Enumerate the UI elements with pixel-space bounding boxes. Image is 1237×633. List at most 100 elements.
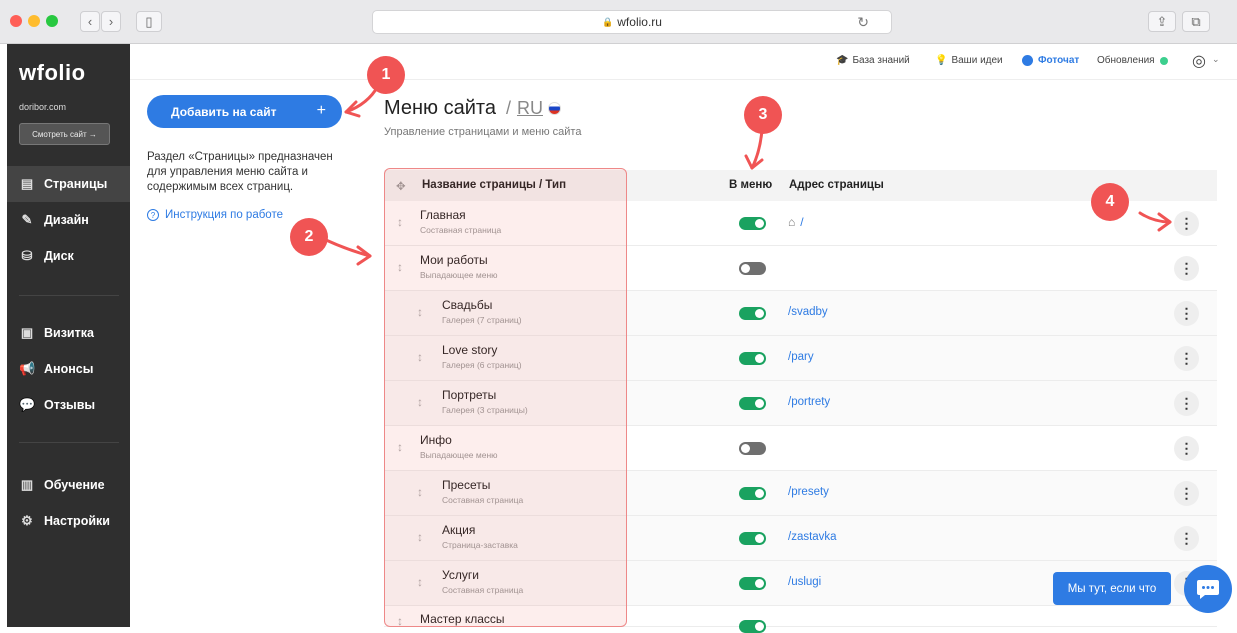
- arrow-2: [324, 238, 372, 258]
- table-row[interactable]: ↕ Инфо Выпадающее меню ⋮: [384, 426, 1217, 471]
- page-type: Выпадающее меню: [420, 270, 498, 280]
- drag-handle-icon[interactable]: ↕: [417, 575, 423, 589]
- menu-toggle[interactable]: [739, 487, 766, 500]
- minimize-window-button[interactable]: [28, 15, 40, 27]
- drag-handle-icon[interactable]: ↕: [397, 260, 403, 274]
- ideas-link[interactable]: 💡 Ваши идеи: [935, 55, 1003, 66]
- table-row[interactable]: ↕ Love story Галерея (6 страниц) /pary ⋮: [384, 336, 1217, 381]
- sidebar-item-pages[interactable]: ▤ Страницы: [7, 166, 130, 202]
- sidebar-toggle-icon[interactable]: ▯: [136, 11, 162, 32]
- status-dot: [1159, 56, 1168, 65]
- menu-toggle[interactable]: [739, 217, 766, 230]
- menu-toggle[interactable]: [739, 577, 766, 590]
- user-avatar-icon[interactable]: ◎: [1192, 51, 1206, 71]
- more-options-icon[interactable]: ⋮: [1174, 211, 1199, 236]
- sidebar-item-settings[interactable]: ⚙ Настройки: [7, 503, 130, 539]
- photochat-link[interactable]: Фоточат: [1022, 55, 1079, 66]
- logo[interactable]: wfolio: [19, 60, 86, 86]
- lightbulb-icon: 💡: [935, 55, 948, 66]
- drag-handle-icon[interactable]: ↕: [417, 395, 423, 409]
- table-row[interactable]: ↕ Свадьбы Галерея (7 страниц) /svadby ⋮: [384, 291, 1217, 336]
- telegram-icon: [1022, 55, 1033, 66]
- menu-toggle[interactable]: [739, 397, 766, 410]
- page-type: Галерея (6 страниц): [442, 360, 522, 370]
- sidebar-item-label: Визитка: [44, 326, 94, 340]
- more-options-icon[interactable]: ⋮: [1174, 256, 1199, 281]
- knowledge-base-link[interactable]: 🎓 База знаний: [836, 55, 910, 66]
- drag-handle-icon[interactable]: ↕: [417, 485, 423, 499]
- drag-handle-icon[interactable]: ↕: [397, 440, 403, 454]
- sidebar-item-design[interactable]: ✎ Дизайн: [7, 202, 130, 238]
- drag-handle-icon[interactable]: ↕: [397, 215, 403, 229]
- menu-toggle[interactable]: [739, 442, 766, 455]
- page-name: Love story: [442, 343, 498, 357]
- language-switch[interactable]: RU: [517, 98, 543, 119]
- page-type: Составная страница: [442, 585, 524, 595]
- more-options-icon[interactable]: ⋮: [1174, 436, 1199, 461]
- sidebar-item-announcements[interactable]: 📢 Анонсы: [7, 351, 130, 387]
- more-options-icon[interactable]: ⋮: [1174, 526, 1199, 551]
- reload-icon[interactable]: ↻: [857, 14, 869, 31]
- table-row[interactable]: ↕ Портреты Галерея (3 страницы) /portret…: [384, 381, 1217, 426]
- share-icon[interactable]: ⇪: [1148, 11, 1176, 32]
- close-window-button[interactable]: [10, 15, 22, 27]
- toggle-knob: [755, 534, 764, 543]
- menu-toggle[interactable]: [739, 532, 766, 545]
- page-url[interactable]: /svadby: [788, 306, 828, 318]
- page-url[interactable]: /presety: [788, 486, 829, 498]
- drag-handle-icon[interactable]: ↕: [417, 305, 423, 319]
- column-header-name: Название страницы / Тип: [422, 179, 567, 191]
- view-site-button[interactable]: Смотреть сайт →: [19, 123, 110, 145]
- page-type: Составная страница: [420, 225, 502, 235]
- tabs-icon[interactable]: ⧉: [1182, 11, 1210, 32]
- page-type: Выпадающее меню: [420, 450, 498, 460]
- page-url[interactable]: /uslugi: [788, 576, 821, 588]
- page-name: Мастер классы: [420, 612, 505, 626]
- help-link[interactable]: ? Инструкция по работе: [147, 209, 283, 221]
- sidebar-item-disk[interactable]: ⛁ Диск: [7, 238, 130, 274]
- disk-icon: ⛁: [21, 248, 33, 263]
- table-row[interactable]: ↕ Пресеты Составная страница /presety ⋮: [384, 471, 1217, 516]
- message-icon: [1197, 580, 1219, 599]
- more-options-icon[interactable]: ⋮: [1174, 481, 1199, 506]
- page-url[interactable]: /pary: [788, 351, 814, 363]
- chat-tooltip[interactable]: Мы тут, если что: [1053, 572, 1171, 605]
- menu-toggle[interactable]: [739, 262, 766, 275]
- toggle-knob: [755, 354, 764, 363]
- home-icon: ⌂: [788, 215, 796, 229]
- sidebar-item-label: Страницы: [44, 177, 108, 191]
- table-row[interactable]: ↕ Мастер классы: [384, 606, 1217, 633]
- toggle-knob: [741, 264, 750, 273]
- table-row[interactable]: ↕ Акция Страница-заставка /zastavka ⋮: [384, 516, 1217, 561]
- drag-handle-icon[interactable]: ↕: [417, 530, 423, 544]
- page-subtitle: Управление страницами и меню сайта: [384, 126, 582, 138]
- more-options-icon[interactable]: ⋮: [1174, 301, 1199, 326]
- more-options-icon[interactable]: ⋮: [1174, 346, 1199, 371]
- zoom-window-button[interactable]: [46, 15, 58, 27]
- updates-link[interactable]: Обновления: [1097, 55, 1168, 66]
- page-url[interactable]: /portrety: [788, 396, 830, 408]
- page-url[interactable]: ⌂ /: [788, 215, 804, 229]
- forward-icon[interactable]: ›: [101, 11, 121, 32]
- sidebar-item-reviews[interactable]: 💬 Отзывы: [7, 387, 130, 423]
- address-bar[interactable]: 🔒 wfolio.ru ↻: [372, 10, 892, 34]
- sidebar-item-learning[interactable]: ▥ Обучение: [7, 467, 130, 503]
- page-name: Портреты: [442, 388, 497, 402]
- chevron-down-icon[interactable]: ⌄: [1212, 54, 1220, 65]
- table-row[interactable]: ↕ Мои работы Выпадающее меню ⋮: [384, 246, 1217, 291]
- add-to-site-button[interactable]: Добавить на сайт +: [147, 95, 342, 128]
- page-url[interactable]: /zastavka: [788, 531, 837, 543]
- toggle-knob: [741, 444, 750, 453]
- chat-widget-button[interactable]: [1184, 565, 1232, 613]
- back-icon[interactable]: ‹: [80, 11, 100, 32]
- drag-handle-icon[interactable]: ↕: [417, 350, 423, 364]
- page-name: Свадьбы: [442, 298, 493, 312]
- menu-toggle[interactable]: [739, 352, 766, 365]
- pages-description: Раздел «Страницы» предназначен для управ…: [147, 151, 333, 193]
- more-options-icon[interactable]: ⋮: [1174, 391, 1199, 416]
- sidebar-item-card[interactable]: ▣ Визитка: [7, 315, 130, 351]
- drag-handle-icon[interactable]: ↕: [397, 614, 403, 628]
- menu-toggle[interactable]: [739, 307, 766, 320]
- page-type: Составная страница: [442, 495, 524, 505]
- page-name: Акция: [442, 523, 476, 537]
